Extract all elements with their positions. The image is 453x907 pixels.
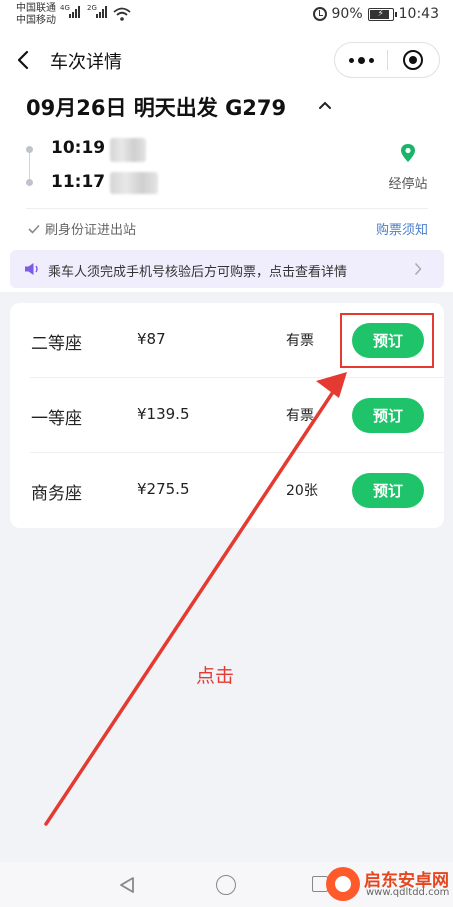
verification-banner[interactable]: 乘车人须完成手机号核验后方可购票，点击查看详情 bbox=[10, 250, 444, 288]
chevron-right-icon bbox=[414, 262, 422, 276]
speaker-icon bbox=[25, 263, 38, 275]
watermark-logo-icon bbox=[326, 867, 360, 901]
seat-price: ¥275.5 bbox=[137, 480, 190, 498]
close-miniprogram-icon[interactable] bbox=[388, 43, 439, 77]
signal-icon-2 bbox=[96, 6, 107, 18]
carrier-1: 中国联通 bbox=[16, 3, 56, 14]
alarm-icon bbox=[312, 7, 327, 21]
caret-up-icon[interactable] bbox=[318, 100, 332, 110]
page-title: 车次详情 bbox=[50, 52, 122, 73]
seat-row-business-class: 商务座 ¥275.5 20张 预订 bbox=[10, 453, 444, 528]
nav-back-icon[interactable] bbox=[117, 876, 137, 894]
carrier-info: 中国联通 中国移动 bbox=[16, 3, 56, 27]
trip-title[interactable]: 09月26日 明天出发 G279 bbox=[26, 92, 286, 122]
annotation-text: 点击 bbox=[196, 665, 235, 687]
stops-label: 经停站 bbox=[388, 177, 428, 192]
seat-row-first-class: 一等座 ¥139.5 有票 预订 bbox=[10, 378, 444, 453]
book-button-first-class[interactable]: 预订 bbox=[352, 398, 424, 433]
seat-name: 一等座 bbox=[31, 409, 82, 429]
seat-availability: 20张 bbox=[286, 483, 318, 499]
battery-icon: ⚡ bbox=[367, 7, 397, 21]
timeline-line bbox=[29, 150, 30, 182]
watermark: 启东安卓网 www.qdltdd.com bbox=[326, 865, 451, 903]
arrive-time: 11:17 bbox=[51, 172, 106, 192]
id-check-info: 刷身份证进出站 bbox=[28, 219, 136, 238]
seat-price: ¥139.5 bbox=[137, 405, 190, 423]
battery-percent: 90% bbox=[331, 6, 363, 22]
book-button-business-class[interactable]: 预订 bbox=[352, 473, 424, 508]
stops-button[interactable]: 经停站 bbox=[380, 143, 436, 192]
seat-availability: 有票 bbox=[286, 408, 314, 424]
depart-station-blurred bbox=[110, 138, 146, 162]
annotation-highlight-box bbox=[340, 313, 434, 368]
arrive-dot bbox=[26, 179, 33, 186]
id-check-text: 刷身份证进出站 bbox=[45, 223, 137, 238]
depart-time: 10:19 bbox=[51, 138, 106, 158]
seat-name: 商务座 bbox=[31, 484, 82, 504]
purchase-notice-link[interactable]: 购票须知 bbox=[376, 219, 428, 238]
nav-bar: 车次详情 bbox=[0, 38, 453, 82]
watermark-url: www.qdltdd.com bbox=[366, 887, 450, 898]
location-pin-icon bbox=[401, 144, 415, 162]
nav-home-icon[interactable] bbox=[216, 875, 236, 895]
status-right: 90% ⚡ 10:43 bbox=[312, 6, 439, 22]
back-arrow-icon[interactable] bbox=[14, 48, 34, 72]
status-bar: 中国联通 中国移动 4G 2G 90% ⚡ 10:43 bbox=[0, 0, 453, 34]
clock: 10:43 bbox=[398, 6, 439, 22]
banner-text: 乘车人须完成手机号核验后方可购票，点击查看详情 bbox=[48, 265, 348, 280]
check-icon bbox=[28, 224, 40, 234]
seat-availability: 有票 bbox=[286, 333, 314, 349]
arrive-station-blurred bbox=[110, 172, 158, 194]
carrier-2: 中国移动 bbox=[16, 15, 56, 26]
wifi-icon bbox=[113, 7, 131, 21]
more-options-icon[interactable] bbox=[335, 43, 387, 77]
seat-name: 二等座 bbox=[31, 334, 82, 354]
divider bbox=[26, 208, 428, 209]
depart-dot bbox=[26, 146, 33, 153]
seat-price: ¥87 bbox=[137, 330, 166, 348]
signal-icon bbox=[69, 6, 80, 18]
mini-program-capsule bbox=[334, 42, 440, 78]
